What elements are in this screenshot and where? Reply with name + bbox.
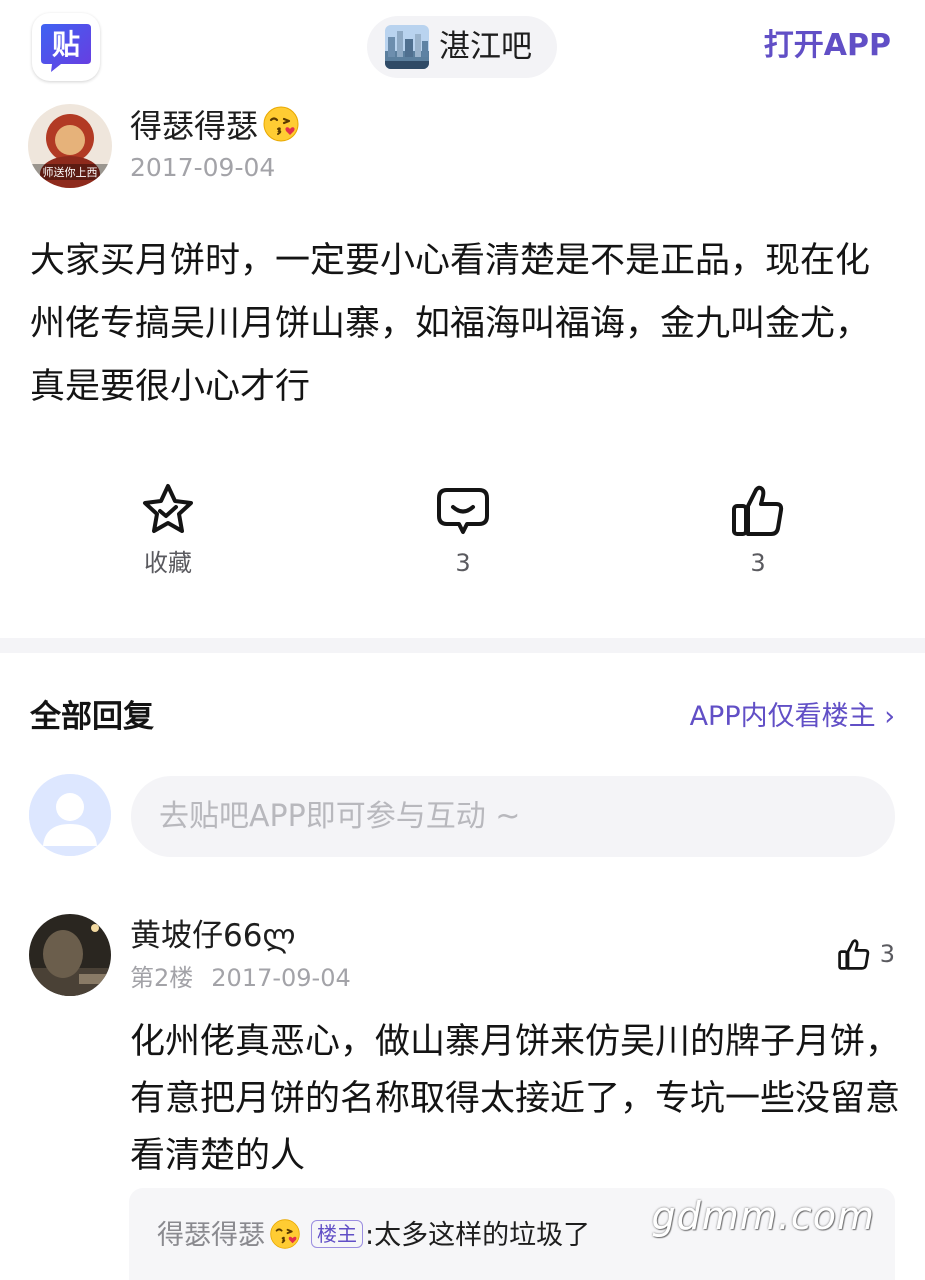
reply-input[interactable] (131, 776, 895, 857)
sub-reply-text: :太多这样的垃圾了 (365, 1220, 591, 1251)
logo-char: 贴 (52, 28, 80, 61)
like-count: 3 (750, 549, 766, 577)
floor-number: 第2楼 (130, 964, 194, 992)
replies-title: 全部回复 (30, 699, 154, 735)
bar-title: 湛江吧 (439, 29, 532, 65)
default-avatar-icon (29, 774, 111, 856)
watermark: gdmm.com (651, 1194, 875, 1238)
floor-like-count: 3 (879, 940, 895, 968)
floor-date: 2017-09-04 (211, 964, 351, 992)
top-bar: 贴 湛江吧 打开APP (0, 0, 925, 96)
author-name-text: 得瑟得瑟 (130, 107, 259, 145)
tieba-logo-icon[interactable]: 贴 (32, 13, 100, 81)
bar-thumbnail (385, 25, 429, 69)
author-name[interactable]: 得瑟得瑟 (130, 104, 300, 148)
star-icon (143, 484, 193, 533)
floor-avatar[interactable] (29, 914, 111, 996)
sub-reply-line: 得瑟得瑟 楼主:太多这样的垃圾了 (157, 1216, 590, 1256)
floor-like-button[interactable]: 3 (836, 936, 895, 976)
comment-icon (437, 488, 489, 534)
bar-name-pill[interactable]: 湛江吧 (367, 16, 557, 78)
avatar-caption: 师送你上西 (43, 165, 98, 179)
post-body: 大家买月饼时，一定要小心看清楚是不是正品，现在化州佬专搞吴川月饼山寨，如福海叫福… (30, 241, 871, 407)
kiss-emoji-icon (270, 1219, 300, 1249)
floor-meta: 第2楼 2017-09-04 (130, 960, 351, 996)
sub-reply-author: 得瑟得瑟 (157, 1220, 265, 1251)
collect-button[interactable]: 收藏 (98, 480, 238, 580)
post-date: 2017-09-04 (130, 153, 276, 182)
comment-button[interactable]: 3 (393, 480, 533, 580)
collect-label: 收藏 (144, 549, 192, 577)
op-badge: 楼主 (311, 1220, 363, 1248)
section-divider (0, 638, 925, 653)
kiss-emoji-icon (263, 106, 299, 142)
thumbs-up-icon (837, 939, 869, 970)
floor-body: 化州佬真恶心，做山寨月饼来仿吴川的牌子月饼，有意把月饼的名称取得太接近了，专坑一… (130, 1022, 901, 1176)
like-button[interactable]: 3 (688, 480, 828, 580)
open-app-button[interactable]: 打开APP (764, 24, 891, 68)
comment-count: 3 (455, 549, 471, 577)
only-op-link[interactable]: APP内仅看楼主 › (690, 696, 895, 738)
thumbs-up-icon (732, 485, 784, 536)
floor-author-name[interactable]: 黄坡仔66ლ (130, 914, 295, 958)
author-avatar[interactable]: 师送你上西 (28, 104, 112, 188)
